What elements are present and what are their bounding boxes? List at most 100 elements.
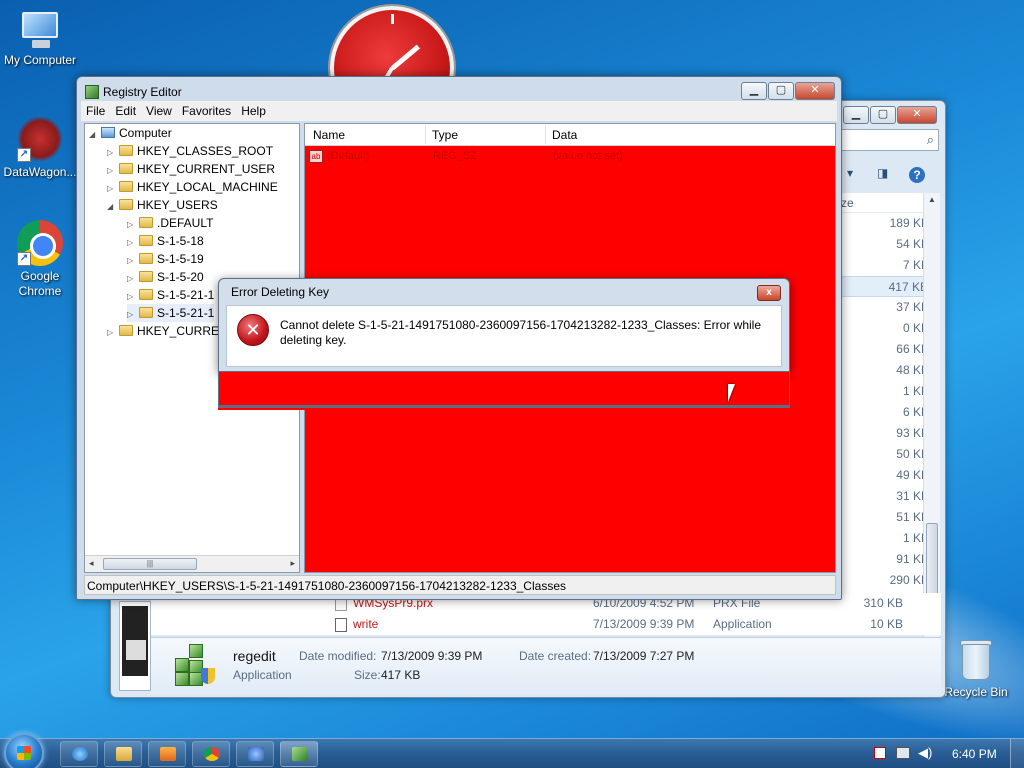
minimize-button[interactable]: ▁ [741, 82, 767, 100]
expand-toggle-icon[interactable]: ◢ [107, 198, 117, 216]
tree-node-default[interactable]: ▷ .DEFAULT [127, 214, 213, 232]
size-cell[interactable]: 31 KB [837, 486, 937, 507]
size-cell[interactable]: 49 KB [837, 465, 937, 486]
tree-node-s-1-5-21-classes-selected[interactable]: ▷ S-1-5-21-1 [127, 304, 215, 322]
size-cell[interactable]: 417 KB [837, 276, 937, 297]
column-header-data[interactable]: Data [552, 128, 577, 142]
size-value: 417 KB [381, 668, 421, 682]
taskbar: ◀) 6:40 PM [0, 733, 1024, 768]
close-button[interactable]: ✕ [897, 106, 937, 124]
tree-node-s-1-5-19[interactable]: ▷ S-1-5-19 [127, 250, 204, 268]
expand-toggle-icon[interactable]: ◢ [89, 126, 99, 144]
scroll-left-icon[interactable]: ◂ [89, 558, 94, 569]
taskbar-ie-button[interactable] [60, 741, 98, 767]
desktop-icon-recycle-bin[interactable]: Recycle Bin [936, 638, 1016, 700]
tree-node-hkcr[interactable]: ▷ HKEY_CLASSES_ROOT [107, 142, 273, 160]
volume-icon[interactable]: ◀) [918, 745, 932, 761]
chrome-icon: ↗ [17, 220, 63, 266]
tree-node-hkcc[interactable]: ▷ HKEY_CURREN [107, 322, 228, 340]
folder-icon [119, 145, 133, 156]
close-button[interactable]: ✕ [795, 82, 835, 100]
explorer-window-controls: ▁ ▢ ✕ [842, 106, 937, 124]
help-icon[interactable]: ? [909, 167, 925, 183]
scroll-up-icon[interactable]: ▲ [928, 195, 936, 204]
clock-tick [391, 14, 394, 24]
desktop-icon-chrome[interactable]: ↗ Google Chrome [0, 220, 80, 299]
folder-icon [116, 747, 132, 761]
desktop-icon-label: DataWagon... [3, 165, 77, 179]
start-button[interactable] [4, 733, 44, 768]
tree-node-s-1-5-18[interactable]: ▷ S-1-5-18 [127, 232, 204, 250]
taskbar-media-button[interactable] [148, 741, 186, 767]
computer-icon [101, 127, 115, 138]
tree-horizontal-scrollbar[interactable]: ◂ ||| ▸ [85, 555, 299, 572]
tree-node-hklm[interactable]: ▷ HKEY_LOCAL_MACHINE [107, 178, 278, 196]
menu-file[interactable]: File [81, 101, 110, 121]
taskbar-explorer-button[interactable] [104, 741, 142, 767]
network-icon[interactable] [896, 747, 910, 759]
menu-favorites[interactable]: Favorites [177, 101, 236, 121]
show-desktop-button[interactable] [1010, 739, 1024, 768]
regedit-icon [85, 85, 99, 99]
tree-node-hku[interactable]: ◢ HKEY_USERS [107, 196, 218, 214]
expand-toggle-icon[interactable]: ▷ [107, 324, 117, 342]
error-dialog[interactable]: Error Deleting Key x ✕ Cannot delete S-1… [218, 278, 790, 410]
size-cell[interactable]: 93 KB [837, 423, 937, 444]
size-cell[interactable]: 54 KB [837, 234, 937, 255]
size-cell[interactable]: 7 KB [837, 255, 937, 276]
folder-icon [119, 325, 133, 336]
file-date: 7/13/2009 9:39 PM [593, 617, 695, 631]
tree-node-s-1-5-20[interactable]: ▷ S-1-5-20 [127, 268, 204, 286]
maximize-button[interactable]: ▢ [870, 106, 896, 124]
menu-edit[interactable]: Edit [110, 101, 141, 121]
taskbar-datawagon-button[interactable] [236, 741, 274, 767]
tree-node-label: S-1-5-18 [157, 234, 204, 248]
media-player-icon [160, 747, 176, 761]
minimize-button[interactable]: ▁ [843, 106, 869, 124]
file-row[interactable]: write 7/13/2009 9:39 PM Application 10 K… [151, 614, 903, 635]
size-cell[interactable]: 48 KB [837, 360, 937, 381]
size-cell[interactable]: 50 KB [837, 444, 937, 465]
menu-help[interactable]: Help [236, 101, 271, 121]
size-cell[interactable]: 6 KB [837, 402, 937, 423]
size-cell[interactable]: 0 KB [837, 318, 937, 339]
column-header-type[interactable]: Type [432, 128, 458, 142]
action-center-flag-icon[interactable] [874, 747, 886, 759]
size-cell[interactable]: 91 KB [837, 549, 937, 570]
preview-pane-icon[interactable]: ◨ [877, 166, 888, 180]
menu-view[interactable]: View [141, 101, 177, 121]
size-cell[interactable]: 51 KB [837, 507, 937, 528]
tree-node-s-1-5-21[interactable]: ▷ S-1-5-21-1 [127, 286, 214, 304]
size-cell[interactable]: 290 KB [837, 570, 937, 591]
tree-node-label: S-1-5-21-1 [157, 288, 215, 302]
file-type: Application [713, 617, 772, 631]
write-app-icon [335, 618, 347, 632]
size-column-header[interactable]: ze [837, 193, 937, 213]
scroll-right-icon[interactable]: ▸ [290, 558, 295, 569]
desktop-icon-datawagon[interactable]: ↗ DataWagon... [0, 116, 80, 180]
tree-node-label: S-1-5-20 [157, 270, 204, 284]
search-input[interactable]: ⌕ [837, 129, 939, 151]
views-dropdown-icon[interactable]: ▾ [847, 166, 853, 180]
desktop-icon-my-computer[interactable]: My Computer [0, 10, 80, 68]
size-cell[interactable]: 66 KB [837, 339, 937, 360]
size-cell[interactable]: 1 KB [837, 381, 937, 402]
tree-node-computer[interactable]: ◢ Computer [89, 124, 172, 142]
taskbar-clock[interactable]: 6:40 PM [952, 747, 997, 761]
size-cell[interactable]: 37 KB [837, 297, 937, 318]
dialog-close-button[interactable]: x [757, 285, 781, 301]
scrollbar-thumb[interactable]: ||| [103, 558, 197, 570]
file-list-scrollbar[interactable]: ▲ ▼ [923, 193, 940, 637]
value-row-default[interactable]: ab (Default) REG_SZ (value not set) [309, 150, 829, 166]
taskbar-regedit-button[interactable] [280, 741, 318, 767]
taskbar-chrome-button[interactable] [192, 741, 230, 767]
string-value-icon: ab [309, 150, 323, 163]
column-header-name[interactable]: Name [313, 128, 345, 142]
maximize-button[interactable]: ▢ [768, 82, 794, 100]
size-cell[interactable]: 189 KB [837, 213, 937, 234]
tree-node-hkcu[interactable]: ▷ HKEY_CURRENT_USER [107, 160, 275, 178]
file-name: write [353, 617, 379, 631]
size-cell[interactable]: 1 KB [837, 528, 937, 549]
navigation-pane [119, 601, 151, 691]
tree-node-label: HKEY_CURREN [137, 324, 228, 338]
